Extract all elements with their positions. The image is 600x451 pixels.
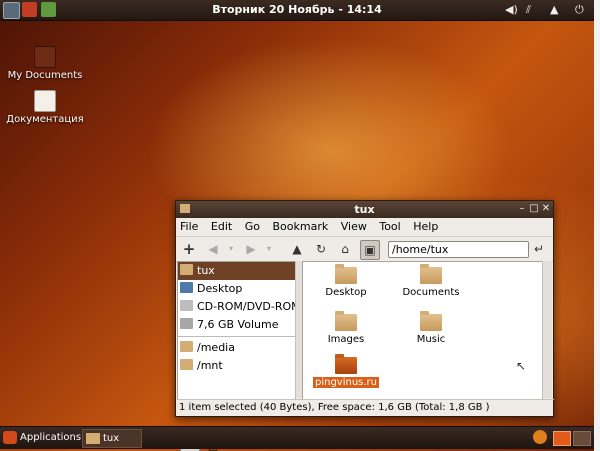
file-item-pingvinus[interactable]: pingvinus.ru (311, 354, 381, 388)
volume-icon[interactable]: ◀) (505, 2, 518, 18)
drive-icon (180, 300, 193, 311)
sidebar-item-label: Desktop (197, 282, 243, 295)
go-icon[interactable]: ↵ (530, 240, 548, 258)
back-icon[interactable]: ◀ (204, 240, 222, 258)
file-item-images[interactable]: Images (311, 311, 381, 345)
network-status-icon[interactable]: ⫽ (526, 2, 540, 18)
mouse-cursor-icon: ↖ (516, 359, 527, 373)
menu-bookmark[interactable]: Bookmark (273, 220, 329, 233)
system-monitor-icon[interactable]: ▲ (550, 2, 564, 18)
sidebar: tux Desktop CD-ROM/DVD-ROM D 7,6 GB Volu… (177, 261, 296, 451)
file-item-desktop[interactable]: Desktop (311, 264, 381, 298)
desktop-icon-label: Документация (6, 114, 84, 125)
minimize-button[interactable]: – (517, 204, 527, 214)
power-icon[interactable]: ⏻ (575, 2, 589, 18)
forward-history-icon[interactable]: ▾ (260, 240, 278, 258)
menu-bar: File Edit Go Bookmark View Tool Help (176, 218, 553, 237)
sidebar-item-cdrom[interactable]: CD-ROM/DVD-ROM D (178, 298, 295, 316)
applications-menu-button[interactable]: Applications (20, 427, 81, 449)
sidebar-scrollbar[interactable] (295, 261, 302, 398)
folder-icon (180, 359, 193, 370)
top-panel: Вторник 20 Ноябрь - 14:14 ◀) ⫽ ▲ ⏻ (0, 0, 594, 21)
sidebar-divider (178, 336, 295, 337)
drive-icon (180, 318, 193, 329)
desktop-icon-label: My Documents (7, 70, 83, 81)
file-item-label: pingvinus.ru (312, 377, 380, 388)
sidebar-item-media[interactable]: /media (178, 339, 295, 357)
forward-icon[interactable]: ▶ (242, 240, 260, 258)
file-item-music[interactable]: Music (396, 311, 466, 345)
file-item-label: Music (416, 334, 446, 345)
notification-icon[interactable] (533, 430, 547, 444)
reload-icon[interactable]: ↻ (312, 240, 330, 258)
desktop-icon-documentation[interactable]: Документация (5, 90, 85, 125)
status-bar: 1 item selected (40 Bytes), Free space: … (177, 399, 554, 416)
desktop: Вторник 20 Ноябрь - 14:14 ◀) ⫽ ▲ ⏻ My Do… (0, 0, 594, 451)
sidebar-item-label: CD-ROM/DVD-ROM D (197, 300, 295, 313)
menu-go[interactable]: Go (245, 220, 260, 233)
window-titlebar[interactable]: tux – □ ✕ (176, 201, 553, 218)
sidebar-item-tux[interactable]: tux (178, 262, 295, 280)
folder-icon (86, 433, 100, 444)
menu-edit[interactable]: Edit (211, 220, 232, 233)
desktop-icon-my-documents[interactable]: My Documents (5, 46, 85, 81)
folder-icon (180, 341, 193, 352)
workspace-1[interactable] (553, 431, 571, 446)
home-folder-icon (180, 264, 193, 275)
bottom-panel: Applications tux (0, 426, 594, 449)
file-item-label: Desktop (325, 287, 367, 298)
up-icon[interactable]: ▲ (288, 240, 306, 258)
applications-menu-icon (3, 431, 17, 444)
file-item-documents[interactable]: Documents (396, 264, 466, 298)
file-view-scrollbar[interactable] (542, 261, 552, 398)
folder-icon (420, 311, 442, 331)
sidebar-item-label: 7,6 GB Volume (197, 318, 279, 331)
sidebar-item-label: tux (197, 264, 215, 277)
sidebar-item-label: /mnt (197, 359, 223, 372)
file-item-label: Images (327, 334, 365, 345)
folder-icon (34, 46, 56, 68)
menu-view[interactable]: View (341, 220, 367, 233)
maximize-button[interactable]: □ (529, 204, 539, 214)
folder-icon (335, 264, 357, 284)
taskbar-item-tux[interactable]: tux (82, 429, 142, 448)
sidebar-item-mnt[interactable]: /mnt (178, 357, 295, 375)
new-tab-icon[interactable]: + (180, 240, 198, 258)
folder-icon (335, 311, 357, 331)
workspace-2[interactable] (573, 431, 591, 446)
location-input[interactable]: /home/tux (388, 241, 529, 258)
close-button[interactable]: ✕ (541, 204, 551, 214)
home-icon[interactable]: ⌂ (336, 240, 354, 258)
sidebar-item-desktop[interactable]: Desktop (178, 280, 295, 298)
toolbar: + ◀ ▾ ▶ ▾ ▲ ↻ ⌂ ▣ /home/tux ↵ (176, 237, 553, 262)
folder-icon (420, 264, 442, 284)
taskbar-item-label: tux (103, 433, 120, 444)
sidebar-item-volume[interactable]: 7,6 GB Volume (178, 316, 295, 334)
file-manager-window: tux – □ ✕ File Edit Go Bookmark View Too… (175, 200, 554, 451)
view-mode-icon[interactable]: ▣ (360, 240, 380, 260)
sidebar-item-label: /media (197, 341, 235, 354)
folder-icon (335, 354, 357, 374)
file-view: Desktop Documents Images Music pingvinus… (302, 261, 543, 400)
menu-file[interactable]: File (180, 220, 198, 233)
window-title: tux (354, 203, 375, 216)
back-history-icon[interactable]: ▾ (222, 240, 240, 258)
document-icon (34, 90, 56, 112)
file-item-label: Documents (402, 287, 460, 298)
desktop-icon (180, 282, 193, 293)
menu-tool[interactable]: Tool (379, 220, 400, 233)
menu-help[interactable]: Help (413, 220, 438, 233)
